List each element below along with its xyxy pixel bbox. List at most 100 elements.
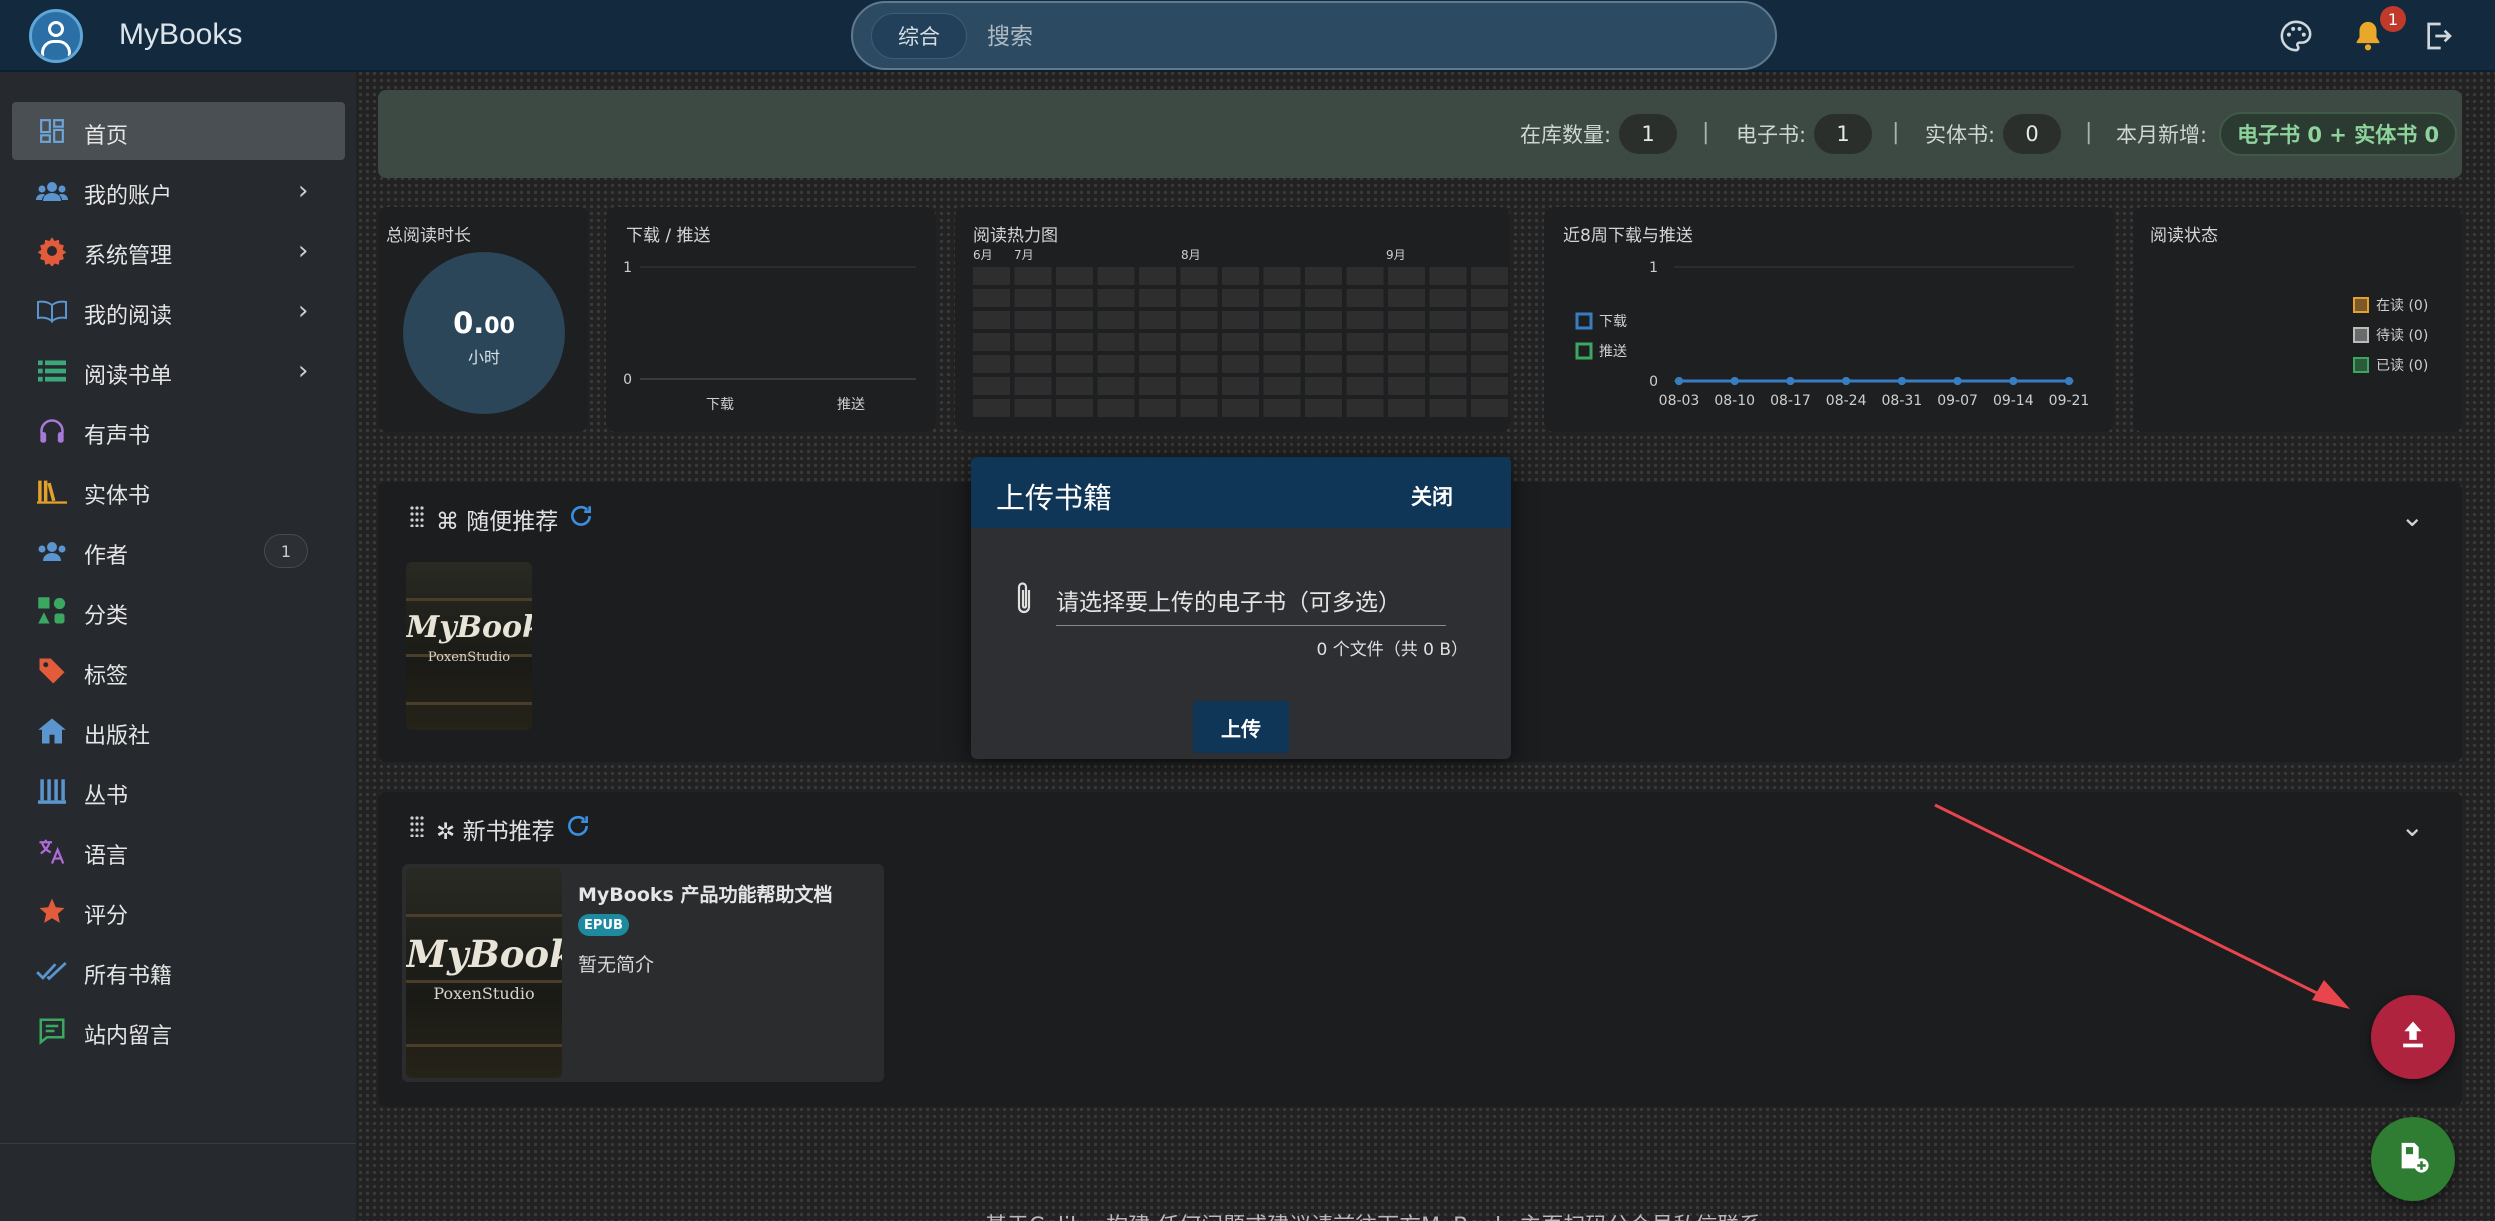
sidebar-item-label: 站内留言 xyxy=(84,1024,173,1049)
reading-time-unit: 小时 xyxy=(467,348,500,367)
book-cover[interactable]: MyBooks PoxenStudio xyxy=(406,868,562,1078)
heatmap-cell xyxy=(1346,289,1384,307)
heatmap-cell xyxy=(1471,333,1508,351)
refresh-icon[interactable] xyxy=(565,813,591,845)
sidebar-item-series[interactable]: 丛书 xyxy=(12,762,345,820)
stat-monthly-new: 本月新增: 电子书 0 + 实体书 0 xyxy=(2116,112,2458,156)
heatmap-cell xyxy=(1097,311,1135,329)
panel-header: ⌘ 随便推荐 xyxy=(408,502,594,536)
heatmap-cell xyxy=(1471,267,1508,285)
heatmap-cell xyxy=(1471,311,1508,329)
upload-icon xyxy=(2398,1019,2428,1055)
sidebar-item-tags[interactable]: 标签 xyxy=(12,642,345,700)
heatmap-cell xyxy=(1180,399,1218,417)
sidebar-item-ratings[interactable]: 评分 xyxy=(12,882,345,940)
x-tick-label: 08-31 xyxy=(1882,393,1923,409)
search-input[interactable] xyxy=(987,15,1747,59)
paperclip-icon[interactable] xyxy=(1012,580,1036,622)
users-icon xyxy=(36,177,68,205)
heatmap-cell xyxy=(1139,399,1176,417)
reading-time-value: 0. xyxy=(453,306,485,340)
avatar[interactable] xyxy=(29,9,83,63)
sidebar-item-my-reading[interactable]: 我的阅读 › xyxy=(12,282,345,340)
format-badge: EPUB xyxy=(578,914,629,936)
legend-read-label: 已读 (0) xyxy=(2376,357,2428,374)
sidebar-item-label: 首页 xyxy=(84,124,129,149)
shapes-icon xyxy=(36,597,68,625)
sidebar-item-categories[interactable]: 分类 xyxy=(12,582,345,640)
sidebar-item-label: 丛书 xyxy=(84,784,129,809)
collapse-chevron-icon[interactable]: ⌄ xyxy=(2401,810,2424,843)
panel-title: ✲ 新书推荐 xyxy=(436,819,555,845)
heatmap-cell xyxy=(1388,399,1425,417)
sidebar-item-home[interactable]: 首页 xyxy=(12,102,345,160)
sidebar-item-system[interactable]: 系统管理 › xyxy=(12,222,345,280)
x-tick-label: 08-24 xyxy=(1826,393,1867,409)
heatmap-cell xyxy=(1180,355,1218,373)
drag-handle-icon[interactable] xyxy=(408,505,426,533)
sidebar-item-languages[interactable]: 语言 xyxy=(12,822,345,880)
sidebar-item-all-books[interactable]: 所有书籍 xyxy=(12,942,345,1000)
add-book-icon xyxy=(2396,1140,2430,1178)
star-icon xyxy=(36,897,68,925)
heatmap-cell xyxy=(1139,333,1176,351)
search-scope-tab[interactable]: 综合 xyxy=(871,13,967,59)
message-icon xyxy=(36,1017,68,1045)
heatmap-cell xyxy=(1471,289,1508,307)
panel-title: ⌘ 随便推荐 xyxy=(436,509,559,535)
upload-fab[interactable] xyxy=(2371,995,2455,1079)
weekly-chart: 1 0 下载 推送 08-03 08-10 08-17 08-24 08-31 09-07… xyxy=(1575,260,2090,409)
upload-dialog: 上传书籍 关闭 请选择要上传的电子书（可多选） 0 个文件（共 0 B） 上传 xyxy=(971,457,1511,759)
series-point-下载 xyxy=(1953,377,1962,385)
sidebar-item-physical[interactable]: 实体书 xyxy=(12,462,345,520)
heatmap-cell xyxy=(1429,311,1467,329)
reading-status-legend: 在读 (0) 待读 (0) 已读 (0) xyxy=(2353,297,2428,374)
heatmap-cell xyxy=(1305,333,1342,351)
footer-text: 基于Calibre构建 任何问题或建议请前往下方MyBooks主页扫码公众号私信… xyxy=(985,1208,1761,1221)
heatmap-cell xyxy=(1097,399,1135,417)
close-button[interactable]: 关闭 xyxy=(1411,481,1453,511)
palette-icon[interactable] xyxy=(2276,16,2316,56)
drag-handle-icon[interactable] xyxy=(408,815,426,843)
search-bar: 综合 xyxy=(851,1,1777,70)
stat-separator: | xyxy=(1892,120,1900,145)
heatmap-cell xyxy=(1305,289,1342,307)
card-weekly: 近8周下载与推送 1 0 下载 推送 08-03 08-10 08-17 08-24 0… xyxy=(1544,207,2114,432)
refresh-icon[interactable] xyxy=(568,503,594,535)
headphones-icon xyxy=(36,417,68,445)
sidebar-item-reading-list[interactable]: 阅读书单 › xyxy=(12,342,345,400)
x-tick-label: 09-21 xyxy=(2049,393,2090,409)
add-book-fab[interactable] xyxy=(2371,1117,2455,1201)
heatmap-cell xyxy=(1222,267,1259,285)
sidebar-item-publishers[interactable]: 出版社 xyxy=(12,702,345,760)
book-card[interactable]: MyBooks PoxenStudio MyBooks 产品功能帮助文档 EPU… xyxy=(402,864,884,1082)
series-point-下载 xyxy=(1897,377,1906,385)
upload-button[interactable]: 上传 xyxy=(1193,701,1289,753)
logout-icon[interactable] xyxy=(2418,16,2458,56)
sidebar-item-authors[interactable]: 作者 1 xyxy=(12,522,345,580)
dialog-title: 上传书籍 xyxy=(996,481,1113,515)
file-input[interactable]: 请选择要上传的电子书（可多选） xyxy=(1056,583,1401,617)
sidebar-item-account[interactable]: 我的账户 › xyxy=(12,162,345,220)
legend-download-swatch xyxy=(1575,312,1593,330)
sidebar-item-audiobooks[interactable]: 有声书 xyxy=(12,402,345,460)
book-cover[interactable]: MyBooks PoxenStudio xyxy=(406,562,532,730)
reading-time-decimal: 00 xyxy=(484,314,515,339)
heatmap-cell xyxy=(1180,333,1218,351)
heatmap-cell xyxy=(1263,311,1301,329)
sidebar-item-messages[interactable]: 站内留言 xyxy=(12,1002,345,1060)
x-tick-label: 08-03 xyxy=(1659,393,1700,409)
heatmap-cell xyxy=(1429,377,1467,395)
stat-separator: | xyxy=(1702,120,1710,145)
app-name[interactable]: MyBooks xyxy=(119,18,242,52)
collapse-chevron-icon[interactable]: ⌄ xyxy=(2401,500,2424,533)
stats-bar: 在库数量: 1 | 电子书: 1 | 实体书: 0 | 本月新增: 电子书 0 … xyxy=(378,90,2462,178)
heatmap-cell xyxy=(1305,267,1342,285)
heatmap-cell xyxy=(1014,289,1052,307)
sidebar-item-label: 分类 xyxy=(84,604,129,629)
book-title[interactable]: MyBooks 产品功能帮助文档 xyxy=(578,880,832,907)
series-point-下载 xyxy=(1842,377,1851,385)
heatmap-cell xyxy=(1263,377,1301,395)
card-heatmap: 阅读热力图 6月 7月 8月 9月 xyxy=(955,207,1510,432)
heatmap-cell xyxy=(973,399,1010,417)
